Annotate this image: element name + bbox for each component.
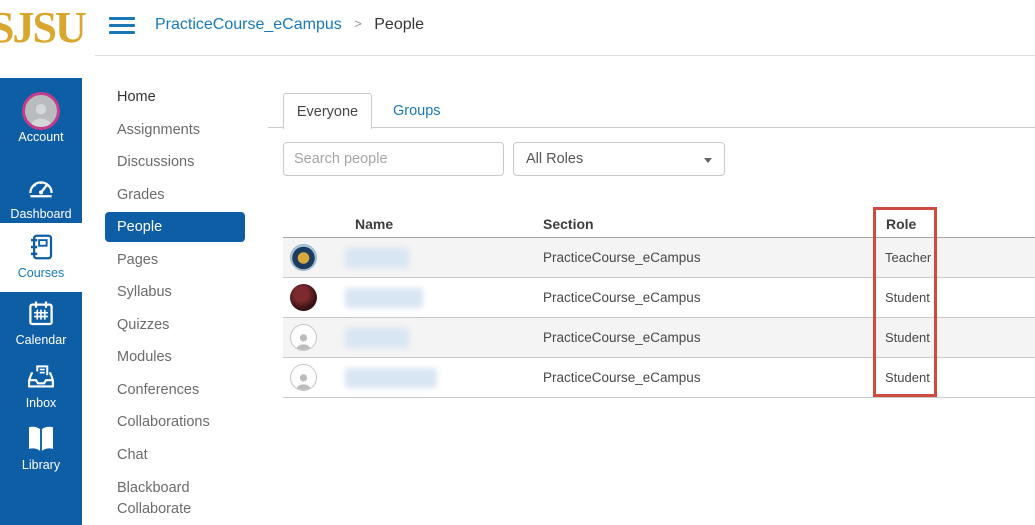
course-nav-pages[interactable]: Pages [105,244,245,277]
breadcrumb: PracticeCourse_eCampus > People [155,16,424,34]
section-cell: PracticeCourse_eCampus [543,238,701,278]
table-row: PracticeCourse_eCampus Teacher [283,238,1035,278]
role-cell: Teacher [885,238,931,278]
inbox-tray-icon [0,360,82,394]
course-nav-syllabus[interactable]: Syllabus [105,276,245,309]
breadcrumb-current-page: People [374,16,424,33]
sidebar-item-inbox[interactable]: Inbox [0,360,82,410]
redacted-name[interactable] [345,248,409,268]
header-divider [95,55,1035,56]
default-person-avatar[interactable] [290,324,317,351]
sidebar-item-calendar[interactable]: Calendar [0,297,82,347]
course-nav-collaborations[interactable]: Collaborations [105,406,245,439]
role-cell: Student [885,358,930,398]
sidebar-item-label: Account [0,130,82,144]
course-nav-home[interactable]: Home [105,81,245,114]
dashboard-gauge-icon [0,171,82,205]
courses-notebook-icon [0,230,82,264]
course-nav-blackboard-collaborate[interactable]: Blackboard Collaborate [105,471,245,520]
sidebar-item-account[interactable]: Account [0,94,82,144]
table-row: PracticeCourse_eCampus Student [283,318,1035,358]
photo-avatar[interactable] [290,284,317,311]
redacted-name[interactable] [345,368,437,388]
hamburger-menu-icon[interactable] [109,17,135,34]
tab-everyone[interactable]: Everyone [283,93,372,129]
people-table-header: Name Section Role [283,212,1035,238]
course-nav-people[interactable]: People [105,212,245,242]
redacted-name[interactable] [345,328,409,348]
course-nav-grades[interactable]: Grades [105,179,245,212]
breadcrumb-separator: > [354,16,362,31]
sidebar-item-label: Library [0,458,82,472]
section-cell: PracticeCourse_eCampus [543,318,701,358]
role-cell: Student [885,278,930,318]
sidebar-item-dashboard[interactable]: Dashboard [0,171,82,221]
default-person-avatar[interactable] [290,364,317,391]
global-nav-sidebar: Account Dashboard [0,78,82,525]
open-book-icon [0,422,82,456]
course-nav-assignments[interactable]: Assignments [105,114,245,147]
sidebar-item-label: Calendar [0,333,82,347]
dropdown-arrow-icon [704,158,712,163]
course-nav-modules[interactable]: Modules [105,341,245,374]
roles-dropdown-value: All Roles [526,151,583,167]
course-nav: Home Assignments Discussions Grades Peop… [105,81,245,520]
section-cell: PracticeCourse_eCampus [543,358,701,398]
sidebar-item-label: Courses [0,266,82,280]
course-nav-discussions[interactable]: Discussions [105,146,245,179]
table-row: PracticeCourse_eCampus Student [283,358,1035,398]
canvas-people-page: SJSU PracticeCourse_eCampus > People Acc… [0,0,1035,525]
column-header-section: Section [543,212,594,236]
people-tabs: Everyone Groups [268,93,1035,128]
calendar-icon [0,297,82,331]
search-people-input[interactable] [283,142,504,176]
section-cell: PracticeCourse_eCampus [543,278,701,318]
course-nav-quizzes[interactable]: Quizzes [105,309,245,342]
sidebar-item-label: Dashboard [0,207,82,221]
column-header-role: Role [886,212,916,236]
course-nav-conferences[interactable]: Conferences [105,374,245,407]
sidebar-item-courses[interactable]: Courses [0,230,82,280]
sidebar-item-label: Inbox [0,396,82,410]
sidebar-item-library[interactable]: Library [0,422,82,472]
column-header-name: Name [355,212,393,236]
account-avatar-icon [0,94,82,128]
roles-dropdown[interactable]: All Roles [513,142,725,176]
role-cell: Student [885,318,930,358]
redacted-name[interactable] [345,288,423,308]
course-nav-chat[interactable]: Chat [105,439,245,472]
tab-groups[interactable]: Groups [393,93,441,128]
table-row: PracticeCourse_eCampus Student [283,278,1035,318]
breadcrumb-course-link[interactable]: PracticeCourse_eCampus [155,16,342,33]
course-badge-avatar[interactable] [290,244,317,271]
sjsu-logo[interactable]: SJSU [0,2,85,53]
